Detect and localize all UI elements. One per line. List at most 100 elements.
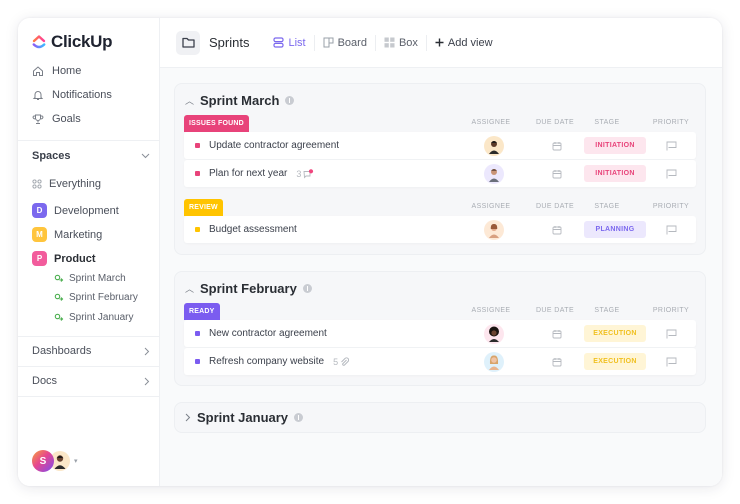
nav-docs[interactable]: Docs — [32, 375, 150, 387]
status-dot — [195, 331, 200, 336]
logo[interactable]: ClickUp — [32, 32, 113, 52]
status-badge[interactable]: ISSUES FOUND — [184, 115, 249, 132]
calendar-icon[interactable] — [552, 225, 562, 235]
sidebar-divider — [18, 336, 160, 337]
flag-icon[interactable] — [666, 169, 677, 179]
table-row[interactable]: Budget assessment PLANNING — [184, 216, 696, 243]
user-menu[interactable]: S ▾ — [32, 450, 78, 472]
assignee-avatar[interactable] — [484, 351, 504, 372]
nav-goals[interactable]: Goals — [32, 113, 81, 125]
comment-count[interactable]: 3 — [296, 169, 314, 179]
flag-icon[interactable] — [666, 141, 677, 151]
person-icon — [489, 326, 499, 342]
nav-home[interactable]: Home — [32, 65, 81, 77]
nav-notifications[interactable]: Notifications — [32, 89, 112, 101]
table-row[interactable]: Refresh company website 5 EXECUTION — [184, 348, 696, 375]
assignee-avatar[interactable] — [484, 135, 504, 156]
calendar-icon[interactable] — [552, 169, 562, 179]
comment-count-value: 3 — [296, 168, 302, 179]
stage-pill[interactable]: EXECUTION — [584, 325, 646, 342]
docs-label: Docs — [32, 375, 58, 387]
list-sprint-march[interactable]: Sprint March — [54, 273, 126, 284]
task-name[interactable]: Budget assessment — [209, 224, 297, 235]
table-row[interactable]: Plan for next year 3 INITIATION — [184, 160, 696, 187]
sprint-section-collapsed[interactable]: Sprint January — [174, 402, 706, 433]
tab-box[interactable]: Box — [376, 37, 426, 49]
trophy-icon — [32, 114, 44, 124]
grid-icon — [32, 179, 42, 189]
page-title: Sprints — [209, 35, 250, 50]
space-product[interactable]: P Product — [32, 251, 96, 266]
task-name[interactable]: Update contractor agreement — [209, 140, 339, 151]
space-marketing[interactable]: M Marketing — [32, 227, 102, 242]
nav-home-label: Home — [52, 65, 82, 77]
topbar: Sprints List Board Box Add view — [160, 18, 722, 68]
sprint-title: Sprint March — [200, 93, 280, 108]
add-view-button[interactable]: Add view — [427, 37, 501, 49]
assignee-avatar[interactable] — [484, 323, 504, 344]
sprint-title: Sprint January — [197, 410, 289, 425]
app-window: ClickUp Home Notifications Goals Spaces — [18, 18, 722, 486]
sprint-header[interactable]: ︿ Sprint February — [185, 281, 312, 296]
chevron-right-icon[interactable] — [185, 413, 191, 422]
nav-dashboards[interactable]: Dashboards — [32, 345, 150, 357]
table-row[interactable]: Update contractor agreement INITIATION — [184, 132, 696, 159]
task-name[interactable]: Plan for next year — [209, 168, 287, 179]
space-development[interactable]: D Development — [32, 203, 119, 218]
flag-icon[interactable] — [666, 225, 677, 235]
tab-list[interactable]: List — [265, 37, 313, 49]
stage-pill[interactable]: INITIATION — [584, 165, 646, 182]
tab-list-label: List — [288, 36, 306, 49]
stage-pill[interactable]: EXECUTION — [584, 353, 646, 370]
sprint-title: Sprint February — [200, 281, 297, 296]
chevron-up-icon[interactable]: ︿ — [185, 94, 194, 107]
sprint-icon — [54, 313, 64, 321]
spaces-header[interactable]: Spaces — [32, 150, 150, 162]
col-stage: STAGE — [594, 307, 620, 314]
list-sprint-january[interactable]: Sprint January — [54, 312, 133, 323]
tab-board[interactable]: Board — [315, 37, 375, 49]
space-everything[interactable]: Everything — [32, 178, 101, 190]
info-icon[interactable] — [294, 413, 304, 422]
tab-box-label: Box — [398, 36, 418, 49]
sprint-header[interactable]: ︿ Sprint March — [185, 93, 295, 108]
sidebar: ClickUp Home Notifications Goals Spaces — [18, 18, 160, 486]
list-sprint-february[interactable]: Sprint February — [54, 292, 138, 303]
sprint-section: ︿ Sprint March ISSUES FOUND ASSIGNEE DUE… — [174, 83, 706, 255]
task-name[interactable]: New contractor agreement — [209, 328, 327, 339]
brand-name: ClickUp — [51, 32, 113, 51]
flag-icon[interactable] — [666, 329, 677, 339]
stage-pill[interactable]: INITIATION — [584, 137, 646, 154]
chevron-right-icon — [144, 347, 150, 355]
folder-button[interactable] — [176, 30, 200, 55]
space-label: Development — [54, 204, 119, 217]
status-dot — [195, 171, 200, 176]
attachment-count[interactable]: 5 — [333, 357, 350, 367]
status-dot — [195, 359, 200, 364]
assignee-avatar[interactable] — [484, 219, 504, 240]
calendar-icon[interactable] — [552, 141, 562, 151]
caret-down-icon: ▾ — [74, 458, 78, 465]
chevron-up-icon[interactable]: ︿ — [185, 282, 194, 295]
table-row[interactable]: New contractor agreement EXECUTION — [184, 320, 696, 347]
flag-icon[interactable] — [666, 357, 677, 367]
info-icon[interactable] — [285, 96, 295, 105]
person-icon — [489, 168, 499, 182]
calendar-icon[interactable] — [552, 357, 562, 367]
sprint-icon — [54, 293, 64, 301]
chevron-down-icon[interactable] — [141, 153, 150, 159]
space-badge: P — [32, 251, 47, 266]
info-icon[interactable] — [302, 284, 312, 293]
col-due-date: DUE DATE — [535, 203, 575, 210]
status-badge[interactable]: REVIEW — [184, 199, 223, 216]
calendar-icon[interactable] — [552, 329, 562, 339]
status-badge[interactable]: READY — [184, 303, 220, 320]
sidebar-divider — [18, 366, 160, 367]
stage-pill[interactable]: PLANNING — [584, 221, 646, 238]
chevron-right-icon — [144, 377, 150, 385]
clickup-logo-icon — [32, 35, 46, 49]
person-icon — [489, 223, 499, 238]
task-name[interactable]: Refresh company website — [209, 356, 324, 367]
sprint-header[interactable]: Sprint January — [185, 410, 304, 425]
assignee-avatar[interactable] — [484, 163, 504, 184]
